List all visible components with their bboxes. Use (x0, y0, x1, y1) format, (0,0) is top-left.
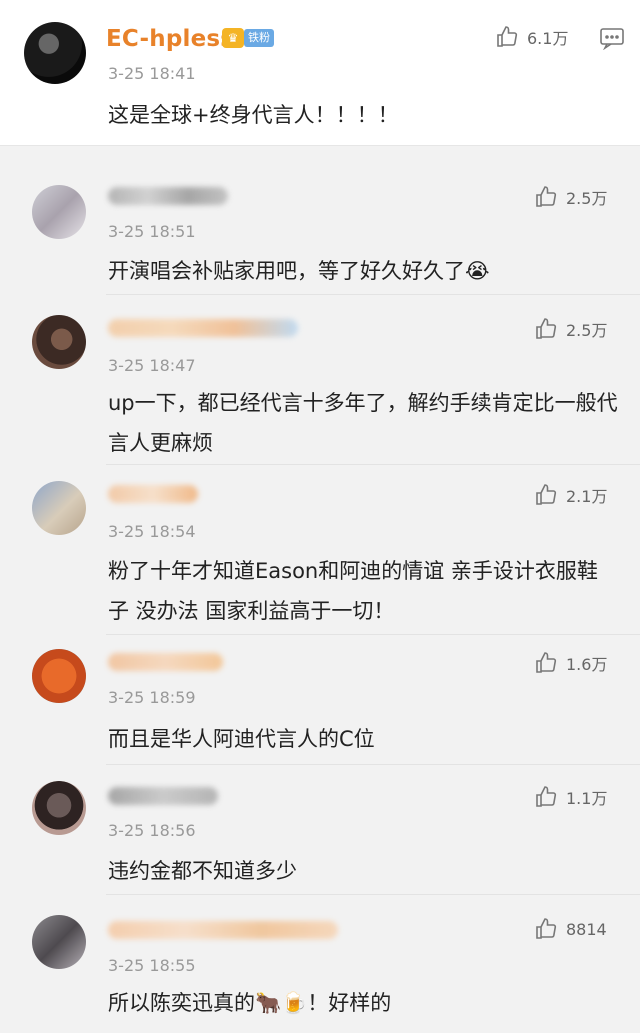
username[interactable] (108, 485, 198, 503)
like-count: 2.5万 (566, 189, 608, 208)
like-count: 1.6万 (566, 655, 608, 674)
thumbs-up-icon (536, 918, 557, 939)
like-count: 1.1万 (566, 789, 608, 808)
comment-item: 3-25 18:55 所以陈奕迅真的🐂🍺！好样的 8814 (0, 895, 640, 1033)
username[interactable] (108, 653, 223, 671)
timestamp: 3-25 18:47 (108, 356, 196, 375)
like-button[interactable]: 2.1万 (534, 483, 640, 507)
like-count: 8814 (566, 919, 607, 939)
username[interactable] (108, 187, 228, 205)
comment-text: 开演唱会补贴家用吧，等了好久好久了😭 (108, 259, 490, 283)
thumbs-up-icon (536, 318, 557, 339)
like-button[interactable]: 1.6万 (534, 651, 640, 675)
thumbs-up-icon (536, 786, 557, 807)
avatar[interactable] (32, 781, 86, 835)
timestamp: 3-25 18:51 (108, 222, 196, 241)
timestamp: 3-25 18:55 (108, 956, 196, 975)
like-button[interactable]: 2.5万 (534, 185, 640, 209)
avatar[interactable] (32, 185, 86, 239)
comment-text: up一下，都已经代言十多年了，解约手续肯定比一般代言人更麻烦 (108, 391, 618, 455)
comment-item: 3-25 18:56 违约金都不知道多少 1.1万 (0, 765, 640, 895)
avatar[interactable] (32, 915, 86, 969)
comment-text: 而且是华人阿迪代言人的C位 (108, 727, 375, 751)
username[interactable] (108, 319, 298, 337)
username[interactable]: EC-hpless (106, 26, 234, 52)
comment-text: 违约金都不知道多少 (108, 859, 297, 883)
comment-item: 3-25 18:51 开演唱会补贴家用吧，等了好久好久了😭 2.5万 (0, 165, 640, 295)
like-count: 2.5万 (566, 321, 608, 340)
username[interactable] (108, 921, 338, 939)
like-button[interactable]: 8814 (534, 917, 640, 941)
avatar[interactable] (24, 22, 86, 84)
fan-badge: 铁粉 (244, 29, 274, 47)
avatar[interactable] (32, 315, 86, 369)
like-count: 6.1万 (527, 29, 569, 48)
thumbs-up-icon (536, 186, 557, 207)
main-post: EC-hpless ♛ 铁粉 3-25 18:41 这是全球+终身代言人！！！！… (0, 0, 640, 146)
avatar[interactable] (32, 481, 86, 535)
comment-item: 3-25 18:47 up一下，都已经代言十多年了，解约手续肯定比一般代言人更麻… (0, 295, 640, 465)
username[interactable] (108, 787, 218, 805)
avatar[interactable] (32, 649, 86, 703)
comment-icon[interactable] (599, 26, 625, 50)
thumbs-up-icon (536, 484, 557, 505)
thumbs-up-icon (536, 652, 557, 673)
timestamp: 3-25 18:41 (108, 64, 196, 83)
post-text: 这是全球+终身代言人！！！！ (108, 103, 399, 127)
comment-item: 3-25 18:54 粉了十年才知道Eason和阿迪的情谊 亲手设计衣服鞋子 没… (0, 465, 640, 635)
timestamp: 3-25 18:56 (108, 821, 196, 840)
comment-text: 粉了十年才知道Eason和阿迪的情谊 亲手设计衣服鞋子 没办法 国家利益高于一切… (108, 559, 598, 623)
like-button[interactable]: 1.1万 (534, 785, 640, 809)
like-button[interactable]: 2.5万 (534, 317, 640, 341)
comment-item: 3-25 18:59 而且是华人阿迪代言人的C位 1.6万 (0, 635, 640, 765)
thumbs-up-icon (497, 26, 518, 47)
comment-text: 所以陈奕迅真的🐂🍺！好样的 (108, 991, 392, 1015)
crown-icon: ♛ (222, 28, 244, 48)
like-count: 2.1万 (566, 487, 608, 506)
timestamp: 3-25 18:59 (108, 688, 196, 707)
timestamp: 3-25 18:54 (108, 522, 196, 541)
